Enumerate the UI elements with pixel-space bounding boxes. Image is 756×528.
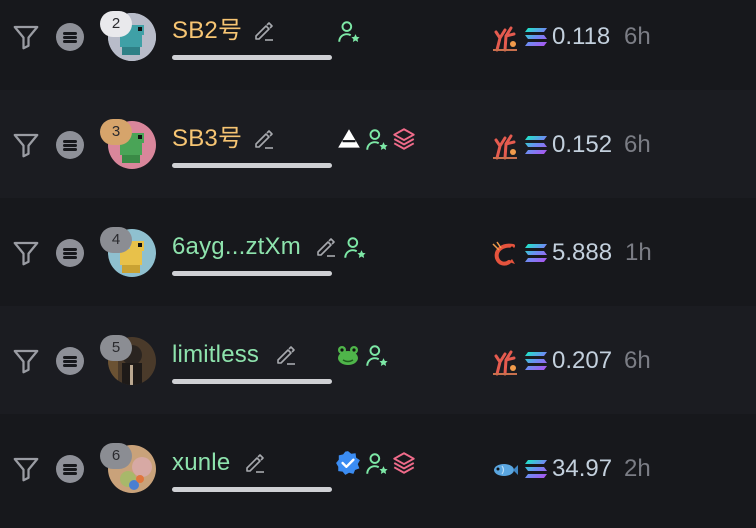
edit-icon[interactable] [252, 127, 276, 151]
wallet-name[interactable]: SB2号 [172, 16, 242, 46]
solana-icon [525, 28, 547, 46]
rank-badge: 2 [100, 11, 132, 37]
coral-icon [493, 134, 517, 160]
list-item[interactable]: 4 6ayg...ztXm 5.888 1h [0, 198, 756, 306]
user-star-icon [366, 453, 388, 474]
solana-icon [525, 244, 547, 262]
filter-icon[interactable] [11, 238, 41, 268]
layers-icon [393, 128, 415, 150]
progress-bar [172, 271, 332, 276]
edit-icon[interactable] [274, 343, 298, 367]
wallet-name[interactable]: SB3号 [172, 124, 242, 154]
verified-badge-icon [336, 451, 360, 475]
age: 6h [624, 131, 651, 158]
solana-icon [525, 460, 547, 478]
menu-icon[interactable] [56, 347, 84, 375]
progress-bar [172, 163, 332, 168]
amount: 0.152 [552, 131, 613, 158]
rank-badge: 4 [100, 227, 132, 253]
filter-icon[interactable] [11, 130, 41, 160]
age: 1h [625, 239, 652, 266]
coral-icon [493, 350, 517, 376]
progress-bar [172, 379, 332, 384]
frog-icon [338, 346, 358, 365]
list-item[interactable]: 3 SB3号 0.152 6h [0, 90, 756, 198]
filter-icon[interactable] [11, 22, 41, 52]
list-item[interactable]: 6 xunle 34.97 2h [0, 414, 756, 522]
edit-icon[interactable] [252, 19, 276, 43]
triangle-icon [338, 129, 360, 148]
user-star-icon [366, 129, 388, 150]
shrimp-icon [492, 241, 515, 266]
layers-icon [393, 452, 415, 474]
wallet-name[interactable]: xunle [172, 448, 230, 478]
edit-icon[interactable] [314, 235, 338, 259]
amount: 34.97 [552, 455, 613, 482]
amount: 0.118 [552, 23, 611, 50]
amount: 5.888 [552, 239, 613, 266]
solana-icon [525, 352, 547, 370]
list-item[interactable]: 5 limitless 0.207 6h [0, 306, 756, 414]
user-star-icon [344, 237, 366, 258]
rank-badge: 5 [100, 335, 132, 361]
wallet-name[interactable]: limitless [172, 340, 259, 370]
solana-icon [525, 136, 547, 154]
edit-icon[interactable] [243, 451, 267, 475]
user-star-icon [366, 345, 388, 366]
rank-badge: 3 [100, 119, 132, 145]
coral-icon [493, 26, 517, 52]
menu-icon[interactable] [56, 455, 84, 483]
filter-icon[interactable] [11, 346, 41, 376]
progress-bar [172, 487, 332, 492]
filter-icon[interactable] [11, 454, 41, 484]
fish-icon [494, 464, 518, 476]
menu-icon[interactable] [56, 23, 84, 51]
wallet-list: 2 SB2号 0.118 6h 3 SB3号 0.152 6h 4 6ayg..… [0, 0, 756, 528]
wallet-name[interactable]: 6ayg...ztXm [172, 232, 301, 262]
menu-icon[interactable] [56, 131, 84, 159]
rank-badge: 6 [100, 443, 132, 469]
age: 2h [624, 455, 651, 482]
menu-icon[interactable] [56, 239, 84, 267]
amount: 0.207 [552, 347, 613, 374]
age: 6h [624, 347, 651, 374]
age: 6h [624, 23, 651, 50]
user-star-icon [338, 21, 360, 42]
list-item[interactable]: 2 SB2号 0.118 6h [0, 0, 756, 90]
progress-bar [172, 55, 332, 60]
